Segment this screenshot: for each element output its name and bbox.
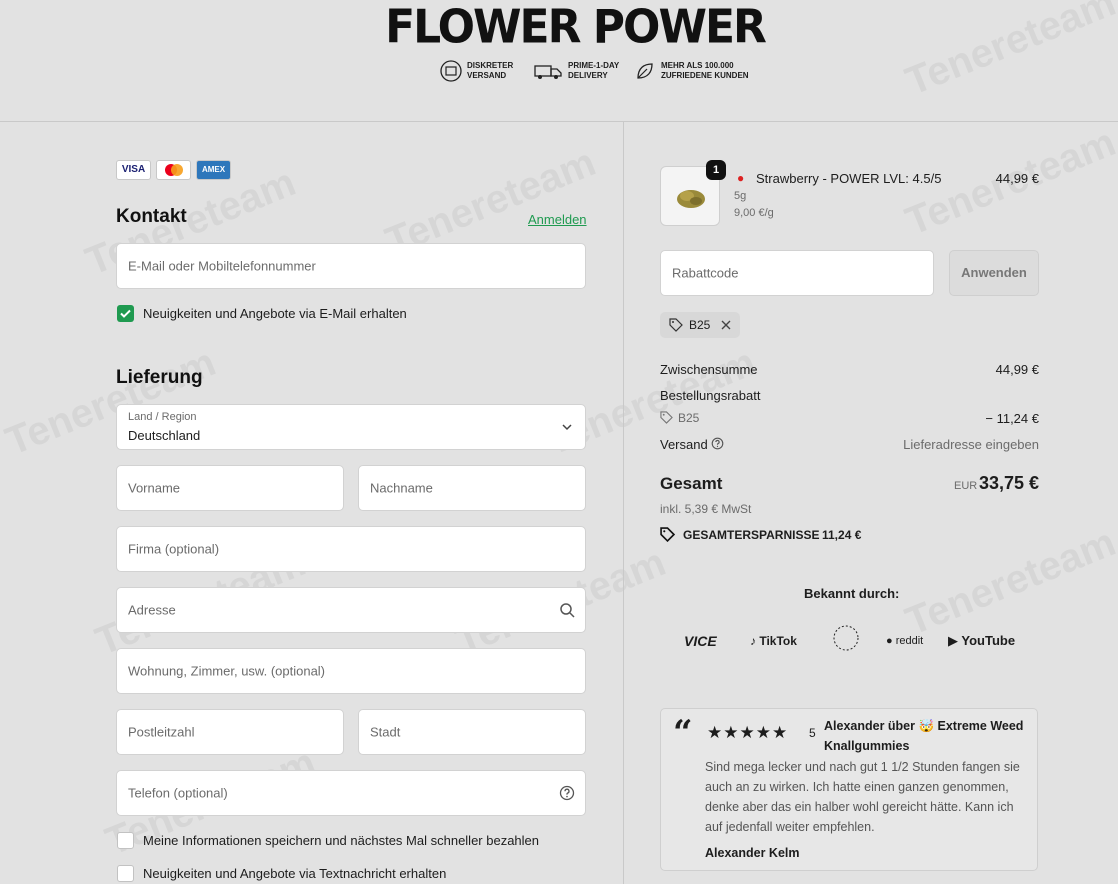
applied-code: B25	[689, 318, 711, 332]
subtotal-value: 44,99 €	[995, 362, 1039, 377]
badge-text: DISKRETER VERSAND	[467, 61, 514, 80]
strawberry-icon: ●	[737, 171, 745, 185]
column-divider	[623, 122, 624, 884]
company-placeholder: Firma (optional)	[128, 541, 220, 557]
remove-code-icon[interactable]	[720, 319, 732, 331]
zip-field[interactable]: Postleitzahl	[116, 709, 344, 755]
tiktok-logo: ♪ TikTok	[750, 633, 797, 648]
tag-icon	[669, 318, 683, 332]
box-icon	[440, 60, 462, 82]
rating-number: 5	[809, 726, 816, 740]
trust-badge: PRIME-1-DAY DELIVERY	[533, 60, 642, 82]
review-card: “ ★★★★★ 5 Alexander über 🤯 Extreme Weed …	[660, 708, 1038, 871]
country-select[interactable]: Land / Region Deutschland	[116, 404, 586, 450]
discount-code-line: B25	[678, 411, 700, 425]
quote-icon: “	[673, 713, 693, 753]
youtube-text: YouTube	[961, 632, 1016, 648]
savings-label: GESAMTERSPARNISSE	[683, 528, 820, 542]
total-value: 33,75 €	[978, 473, 1039, 493]
discount-code-field[interactable]: Rabattcode	[660, 250, 934, 296]
product-unit-price: 9,00 €/g	[734, 207, 774, 219]
lastname-placeholder: Nachname	[370, 480, 433, 496]
vice-logo: VICE	[684, 632, 717, 649]
checkmark-icon	[120, 309, 131, 318]
email-field[interactable]: E-Mail oder Mobiltelefonnummer	[116, 243, 586, 289]
apply-discount-button[interactable]: Anwenden	[949, 250, 1039, 296]
zip-placeholder: Postleitzahl	[128, 724, 195, 740]
applied-discount-chip: B25	[660, 312, 740, 338]
savings-value: 11,24 €	[822, 528, 862, 542]
login-link[interactable]: Anmelden	[528, 212, 587, 227]
total-label: Gesamt	[660, 474, 723, 493]
phone-placeholder: Telefon (optional)	[128, 785, 228, 801]
youtube-logo: ▶ YouTube	[948, 632, 1016, 648]
discount-value: − 11,24 €	[985, 411, 1039, 426]
discount-code-placeholder: Rabattcode	[672, 265, 739, 281]
savings-tag-icon	[660, 527, 675, 542]
product-variant: 5g	[734, 190, 747, 202]
leaf-icon	[637, 63, 653, 79]
email-placeholder: E-Mail oder Mobiltelefonnummer	[128, 258, 316, 274]
press-title: Bekannt durch:	[804, 586, 900, 601]
apartment-field[interactable]: Wohnung, Zimmer, usw. (optional)	[116, 648, 586, 694]
reddit-logo: ● reddit	[886, 634, 924, 647]
save-info-checkbox[interactable]	[117, 832, 134, 849]
brand-logo[interactable]: FLOWER POWER	[0, 1, 1118, 55]
review-author: Alexander Kelm	[705, 846, 800, 860]
shipping-value: Lieferadresse eingeben	[903, 437, 1039, 452]
country-value: Deutschland	[128, 428, 201, 443]
city-placeholder: Stadt	[370, 724, 401, 740]
product-name: Strawberry - POWER LVL: 4.5/5	[756, 171, 942, 186]
badge-text: MEHR ALS 100.000 ZUFRIEDENE KUNDEN	[661, 61, 749, 80]
sms-newsletter-label: Neuigkeiten und Angebote via Textnachric…	[143, 866, 447, 881]
star-rating: ★★★★★	[707, 723, 789, 742]
help-icon[interactable]	[711, 437, 724, 450]
apartment-placeholder: Wohnung, Zimmer, usw. (optional)	[128, 663, 326, 679]
city-field[interactable]: Stadt	[358, 709, 586, 755]
tiktok-text: TikTok	[759, 633, 797, 648]
subtotal-label: Zwischensumme	[660, 362, 758, 377]
site-header: FLOWER POWER DISKRETER VERSAND PRIME-1-D…	[0, 0, 1118, 122]
contact-heading: Kontakt	[116, 206, 187, 227]
save-info-label: Meine Informationen speichern und nächst…	[143, 833, 540, 848]
trust-badges: DISKRETER VERSAND PRIME-1-DAY DELIVERY M…	[440, 60, 751, 82]
product-price: 44,99 €	[995, 171, 1039, 186]
address-field[interactable]: Adresse	[116, 587, 586, 633]
email-newsletter-checkbox[interactable]	[117, 305, 134, 322]
address-placeholder: Adresse	[128, 602, 176, 618]
trust-badge: MEHR ALS 100.000 ZUFRIEDENE KUNDEN	[634, 60, 751, 82]
delivery-heading: Lieferung	[116, 367, 203, 388]
order-discount-label: Bestellungsrabatt	[660, 388, 761, 403]
quantity-badge: 1	[706, 160, 726, 180]
reddit-text: reddit	[895, 634, 924, 647]
help-icon[interactable]	[559, 785, 575, 801]
badge-text: PRIME-1-DAY DELIVERY	[568, 61, 620, 80]
press-logos: VICE ♪ TikTok ● reddit ▶ YouTube	[684, 624, 1015, 657]
firstname-placeholder: Vorname	[128, 480, 181, 496]
truck-icon	[534, 65, 562, 79]
review-body: Sind mega lecker und nach gut 1 1/2 Stun…	[705, 760, 1020, 834]
happyspot-logo	[832, 624, 886, 657]
visa-logo: VISA	[116, 160, 151, 180]
mastercard-logo	[156, 160, 191, 180]
email-newsletter-label: Neuigkeiten und Angebote via E-Mail erha…	[143, 306, 407, 321]
amex-logo: AMEX	[196, 160, 231, 180]
country-label: Land / Region	[128, 411, 197, 423]
sms-newsletter-checkbox[interactable]	[117, 865, 134, 882]
shipping-label: Versand	[660, 437, 708, 452]
trust-badge: DISKRETER VERSAND	[440, 60, 541, 82]
tag-icon	[660, 411, 673, 424]
company-field[interactable]: Firma (optional)	[116, 526, 586, 572]
phone-field[interactable]: Telefon (optional)	[116, 770, 586, 816]
search-icon	[560, 603, 575, 618]
lastname-field[interactable]: Nachname	[358, 465, 586, 511]
tax-note: inkl. 5,39 € MwSt	[660, 502, 752, 516]
firstname-field[interactable]: Vorname	[116, 465, 344, 511]
chevron-down-icon	[562, 424, 572, 431]
review-heading: Alexander über 🤯 Extreme Weed Knallgummi…	[824, 719, 1024, 753]
